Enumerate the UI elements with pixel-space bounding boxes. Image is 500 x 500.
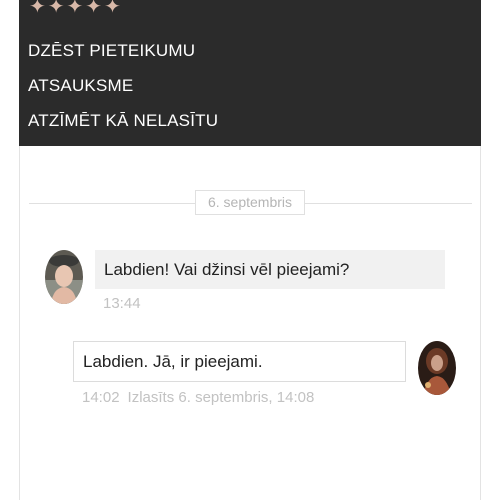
outgoing-message-time: 14:02 [82,389,120,406]
user-avatar[interactable] [418,341,456,395]
four-point-star-icon: ✦ [29,0,46,18]
date-separator: 6. septembris [195,190,305,215]
menu-item-mark-unread[interactable]: ATZĪMĒT KĀ NELASĪTU [28,111,218,131]
four-point-star-icon: ✦ [66,0,84,18]
four-point-star-icon: ✦ [47,0,65,18]
outgoing-message-bubble: Labdien. Jā, ir pieejami. [73,341,406,382]
four-point-star-icon: ✦ [85,0,103,18]
context-menu: ✦ ✦ ✦ ✦ ✦ DZĒST PIETEIKUMU ATSAUKSME ATZ… [19,0,481,146]
decorative-stars: ✦ ✦ ✦ ✦ ✦ [29,0,121,17]
incoming-message-time: 13:44 [103,295,141,312]
menu-item-delete-request[interactable]: DZĒST PIETEIKUMU [28,41,195,61]
incoming-message-bubble: Labdien! Vai džinsi vēl pieejami? [95,250,445,289]
sender-avatar[interactable] [45,250,83,304]
outgoing-message-meta: 14:02 Izlasīts 6. septembris, 14:08 [82,389,314,406]
menu-item-feedback[interactable]: ATSAUKSME [28,76,133,96]
four-point-star-icon: ✦ [104,0,121,18]
read-receipt: Izlasīts 6. septembris, 14:08 [127,389,315,406]
